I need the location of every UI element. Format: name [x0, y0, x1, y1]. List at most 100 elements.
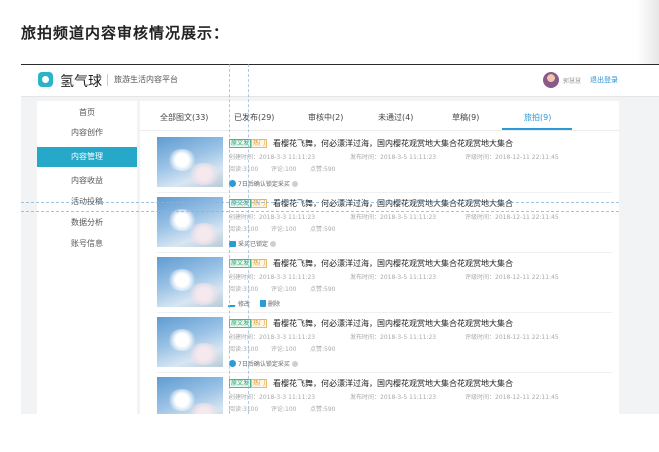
comment-count: 评论:100 — [271, 406, 297, 413]
article-card[interactable]: 原文发 热门 看樱花飞舞，何必漂洋过海，国内樱花观赏地大集合花观赏地大集合 创建… — [140, 375, 619, 414]
read-count: 阅读:3100 — [229, 346, 259, 353]
logout-link[interactable]: 退出登录 — [590, 75, 618, 85]
article-card[interactable]: 原文发 热门 看樱花飞舞，何必漂洋过海，国内樱花观赏地大集合花观赏地大集合 创建… — [140, 315, 619, 375]
status-text: 采买已锁定 — [238, 241, 269, 248]
reviewed-time: 评级时间：2018-12-11 22:11:45 — [465, 274, 559, 281]
article-thumbnail[interactable] — [157, 257, 223, 307]
card-divider — [157, 252, 612, 253]
page-heading: 旅拍频道内容审核情况展示： — [21, 24, 230, 42]
main-content: 全部图文(33) 已发布(29) 审核中(2) 未通过(4) 草稿(9) 旅拍(… — [140, 101, 619, 414]
article-thumbnail[interactable] — [157, 317, 223, 367]
purchase-status: 采买已锁定 — [229, 239, 277, 249]
article-actions: 修改 删除 — [227, 299, 280, 309]
reviewed-time: 评级时间：2018-12-11 22:11:45 — [465, 154, 559, 161]
article-card[interactable]: 原文发 热门 看樱花飞舞，何必漂洋过海，国内樱花观赏地大集合花观赏地大集合 创建… — [140, 255, 619, 315]
article-title[interactable]: 看樱花飞舞，何必漂洋过海，国内樱花观赏地大集合花观赏地大集合 — [273, 378, 513, 389]
help-icon[interactable] — [291, 181, 298, 187]
comment-count: 评论:100 — [271, 286, 297, 293]
page-bottom-margin — [0, 414, 659, 452]
like-count: 点赞:590 — [310, 406, 336, 413]
created-time: 创建时间：2018-3-3 11:11:23 — [229, 154, 316, 161]
logo-icon — [38, 72, 53, 87]
article-title[interactable]: 看樱花飞舞，何必漂洋过海，国内樱花观赏地大集合花观赏地大集合 — [273, 318, 513, 329]
read-count: 阅读:3100 — [229, 286, 259, 293]
sidebar-item-account-info[interactable]: 账号信息 — [37, 234, 137, 254]
layout-guide-line — [21, 211, 619, 212]
article-card[interactable]: 原文发 热门 看樱花飞舞，何必漂洋过海，国内樱花观赏地大集合花观赏地大集合 创建… — [140, 195, 619, 255]
tab-under-review[interactable]: 审核中(2) — [308, 112, 343, 123]
hot-badge: 热门 — [251, 139, 268, 148]
article-thumbnail[interactable] — [157, 137, 223, 187]
like-count: 点赞:590 — [310, 226, 336, 233]
app-window: 氢气球 旅游生活内容平台 郭慧慧 退出登录 首页 内容创作 内容管理 内容收益 … — [21, 64, 659, 414]
sidebar-item-content-management[interactable]: 内容管理 — [37, 147, 137, 167]
top-bar: 氢气球 旅游生活内容平台 郭慧慧 退出登录 — [21, 65, 659, 97]
published-time: 发布时间：2018-3-5 11:11:23 — [350, 394, 437, 401]
brand-name: 氢气球 — [60, 74, 102, 90]
lock-icon — [229, 241, 236, 247]
article-title[interactable]: 看樱花飞舞，何必漂洋过海，国内樱花观赏地大集合花观赏地大集合 — [273, 198, 513, 209]
platform-subtitle: 旅游生活内容平台 — [114, 75, 178, 84]
avatar[interactable] — [543, 72, 559, 88]
tab-all[interactable]: 全部图文(33) — [160, 112, 208, 123]
published-time: 发布时间：2018-3-5 11:11:23 — [350, 274, 437, 281]
card-divider — [157, 312, 612, 313]
sidebar: 首页 内容创作 内容管理 内容收益 活动投稿 数据分析 账号信息 — [37, 101, 137, 414]
sidebar-item-content-revenue[interactable]: 内容收益 — [37, 171, 137, 191]
layout-guide-line — [21, 202, 619, 203]
status-text: 7日后确认锁定采买 — [238, 181, 290, 188]
reviewed-time: 评级时间：2018-12-11 22:11:45 — [465, 214, 559, 221]
trash-icon[interactable] — [260, 300, 267, 307]
published-time: 发布时间：2018-3-5 11:11:23 — [350, 334, 437, 341]
comment-count: 评论:100 — [271, 166, 297, 173]
active-tab-indicator — [502, 128, 572, 130]
hot-badge: 热门 — [251, 379, 268, 388]
like-count: 点赞:590 — [310, 346, 336, 353]
created-time: 创建时间：2018-3-3 11:11:23 — [229, 274, 316, 281]
reviewed-time: 评级时间：2018-12-11 22:11:45 — [465, 334, 559, 341]
tab-bar: 全部图文(33) 已发布(29) 审核中(2) 未通过(4) 草稿(9) 旅拍(… — [140, 101, 619, 131]
like-count: 点赞:590 — [310, 166, 336, 173]
sidebar-item-content-creation[interactable]: 内容创作 — [37, 123, 137, 143]
reviewed-time: 评级时间：2018-12-11 22:11:45 — [465, 394, 559, 401]
hot-badge: 热门 — [251, 259, 268, 268]
clock-icon — [229, 360, 236, 367]
status-text: 7日后确认锁定采买 — [238, 361, 290, 368]
tab-travel-photos[interactable]: 旅拍(9) — [524, 112, 551, 123]
read-count: 阅读:3100 — [229, 406, 259, 413]
article-title[interactable]: 看樱花飞舞，何必漂洋过海，国内樱花观赏地大集合花观赏地大集合 — [273, 138, 513, 149]
help-icon[interactable] — [291, 361, 298, 367]
created-time: 创建时间：2018-3-3 11:11:23 — [229, 334, 316, 341]
brand-divider — [107, 74, 108, 86]
hot-badge: 热门 — [251, 319, 268, 328]
clock-icon — [229, 180, 236, 187]
purchase-status: 7日后确认锁定采买 — [229, 179, 298, 189]
article-thumbnail[interactable] — [157, 197, 223, 247]
read-count: 阅读:3100 — [229, 166, 259, 173]
layout-guide-line — [248, 64, 249, 414]
comment-count: 评论:100 — [271, 226, 297, 233]
tab-drafts[interactable]: 草稿(9) — [452, 112, 479, 123]
published-time: 发布时间：2018-3-5 11:11:23 — [350, 154, 437, 161]
created-time: 创建时间：2018-3-3 11:11:23 — [229, 214, 316, 221]
tab-rejected[interactable]: 未通过(4) — [378, 112, 413, 123]
sidebar-item-home[interactable]: 首页 — [37, 103, 137, 123]
created-time: 创建时间：2018-3-3 11:11:23 — [229, 394, 316, 401]
hot-badge: 热门 — [251, 199, 268, 208]
article-thumbnail[interactable] — [157, 377, 223, 414]
sidebar-item-data-analysis[interactable]: 数据分析 — [37, 213, 137, 233]
read-count: 阅读:3100 — [229, 226, 259, 233]
article-title[interactable]: 看樱花飞舞，何必漂洋过海，国内樱花观赏地大集合花观赏地大集合 — [273, 258, 513, 269]
layout-guide-line — [229, 64, 230, 414]
card-divider — [157, 372, 612, 373]
help-icon[interactable] — [270, 241, 277, 247]
like-count: 点赞:590 — [310, 286, 336, 293]
card-divider — [157, 192, 612, 193]
purchase-status: 7日后确认锁定采买 — [229, 359, 298, 369]
published-time: 发布时间：2018-3-5 11:11:23 — [350, 214, 437, 221]
article-card[interactable]: 原文发 热门 看樱花飞舞，何必漂洋过海，国内樱花观赏地大集合花观赏地大集合 创建… — [140, 135, 619, 195]
user-name: 郭慧慧 — [563, 78, 582, 85]
delete-button[interactable]: 删除 — [268, 301, 280, 308]
comment-count: 评论:100 — [271, 346, 297, 353]
tab-published[interactable]: 已发布(29) — [234, 112, 274, 123]
